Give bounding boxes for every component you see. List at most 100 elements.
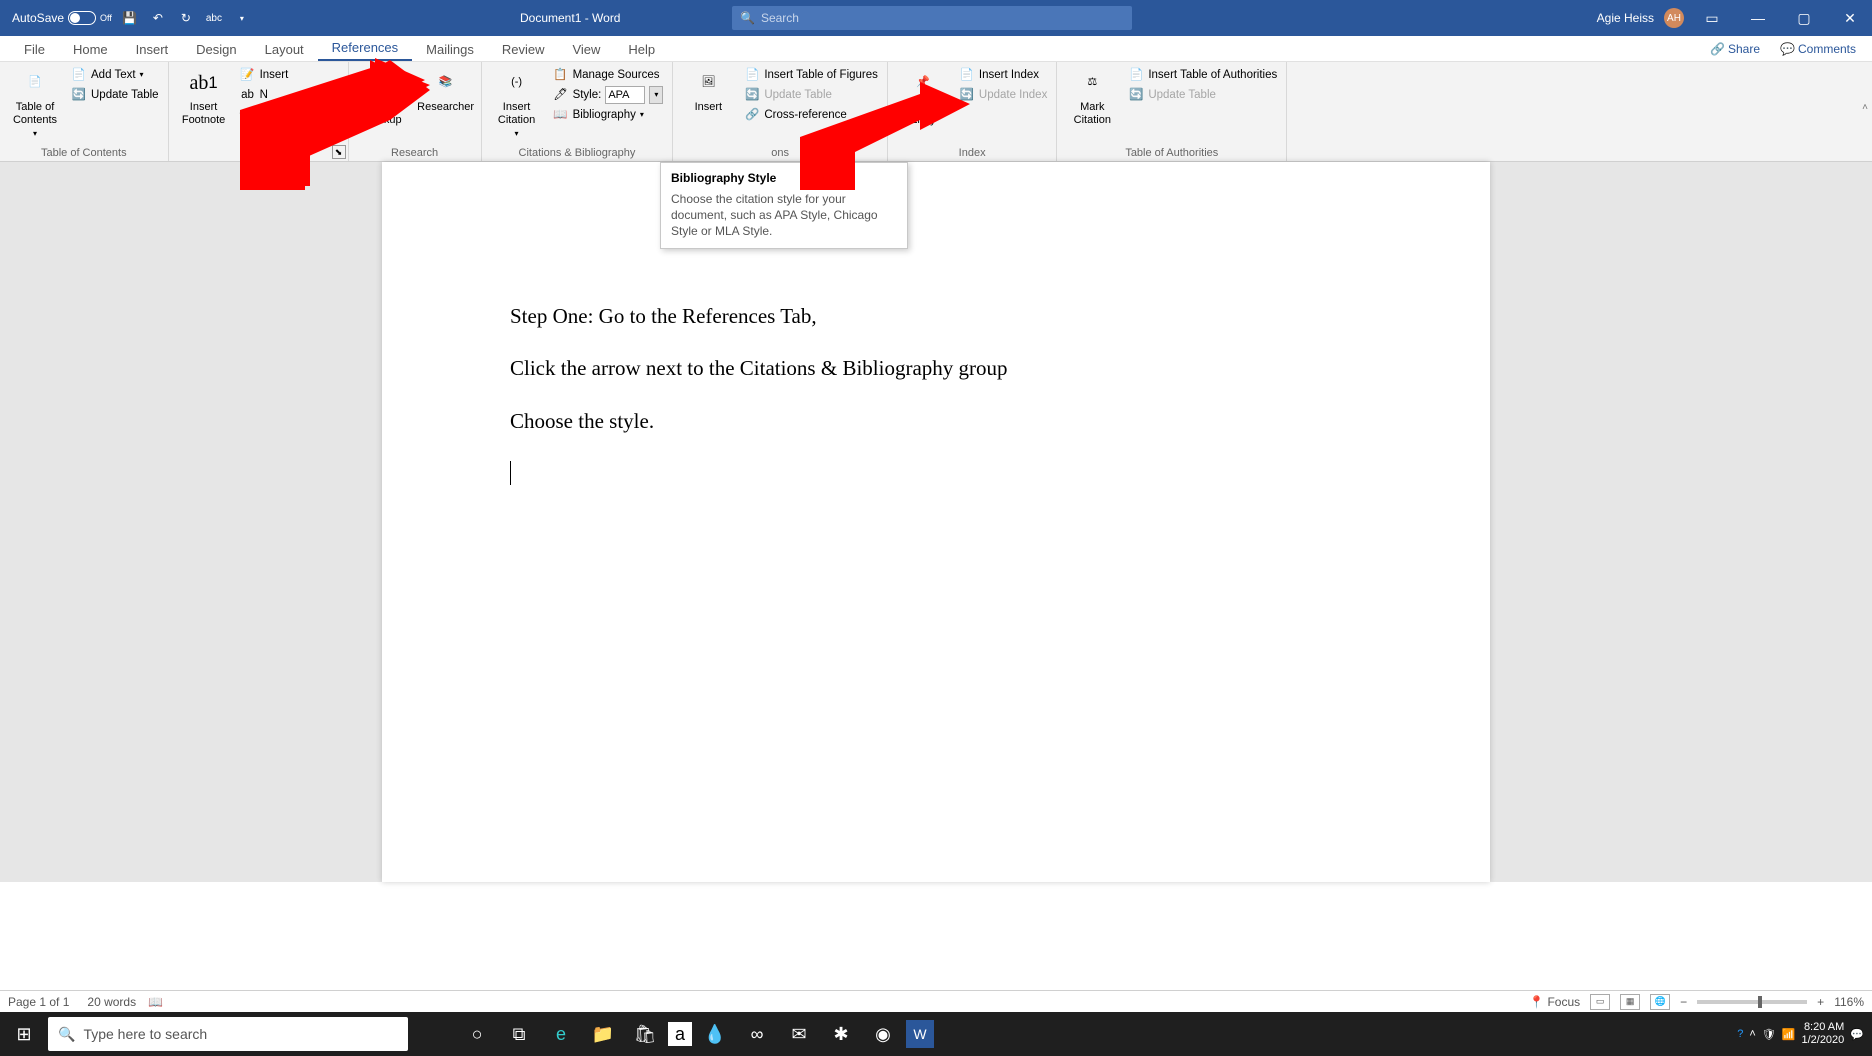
tray-clock[interactable]: 8:20 AM 1/2/2020 — [1801, 1021, 1844, 1047]
style-icon: 🖊 — [553, 87, 569, 103]
web-layout-icon[interactable]: 🌐 — [1650, 994, 1670, 1010]
zoom-in-icon[interactable]: + — [1817, 995, 1824, 1009]
add-text-button[interactable]: 📄Add Text▾ — [68, 65, 162, 85]
mark-citation-icon: ⚖ — [1076, 67, 1108, 99]
notifications-tray-icon[interactable]: 💬 — [1850, 1028, 1864, 1041]
page-info[interactable]: Page 1 of 1 — [8, 995, 69, 1009]
doc-line-1: Step One: Go to the References Tab, — [510, 302, 1362, 330]
close-icon[interactable]: ✕ — [1832, 0, 1868, 36]
amazon-icon[interactable]: a — [668, 1022, 692, 1046]
update-icon: 🔄 — [71, 87, 87, 103]
qat-more-icon[interactable]: ▾ — [232, 8, 252, 28]
insert-footnote-button[interactable]: ab1 Insert Footnote — [175, 65, 233, 129]
red-arrow-annotation-right — [790, 82, 970, 192]
window-title: Document1 - Word — [520, 11, 620, 25]
comments-icon: 💬 — [1780, 42, 1795, 56]
text-cursor — [510, 461, 511, 485]
group-label-toc: Table of Contents — [6, 145, 162, 161]
chevron-down-icon: ▾ — [33, 129, 37, 139]
group-label-toa: Table of Authorities — [1063, 145, 1280, 161]
search-icon: 🔍 — [58, 1026, 75, 1043]
tab-view[interactable]: View — [558, 38, 614, 61]
store-icon[interactable]: 🛍 — [626, 1012, 664, 1056]
title-bar: AutoSave Off 💾 ↶ ↻ abc ▾ Document1 - Wor… — [0, 0, 1872, 36]
bibliography-button[interactable]: 📖Bibliography ▾ — [550, 105, 667, 125]
print-layout-icon[interactable]: ▦ — [1620, 994, 1640, 1010]
focus-mode[interactable]: 📍 Focus — [1529, 995, 1580, 1009]
tooltip-body: Choose the citation style for your docum… — [671, 191, 897, 240]
word-count[interactable]: 20 words — [87, 995, 136, 1009]
comments-button[interactable]: 💬Comments — [1774, 40, 1862, 58]
search-box[interactable]: 🔍 — [732, 6, 1132, 30]
file-explorer-icon[interactable]: 📁 — [584, 1012, 622, 1056]
tab-insert[interactable]: Insert — [122, 38, 183, 61]
task-view-icon[interactable]: ⧉ — [500, 1012, 538, 1056]
app-icon[interactable]: ∞ — [738, 1012, 776, 1056]
taskbar-search[interactable]: 🔍 Type here to search — [48, 1017, 408, 1051]
cortana-icon[interactable]: ○ — [458, 1012, 496, 1056]
update-icon: 🔄 — [744, 87, 760, 103]
footnote-icon: ab1 — [188, 67, 220, 99]
citation-icon: (-) — [501, 67, 533, 99]
mail-icon[interactable]: ✉ — [780, 1012, 818, 1056]
insert-index-icon: 📄 — [959, 67, 975, 83]
chrome-icon[interactable]: ◉ — [864, 1012, 902, 1056]
edge-icon[interactable]: e — [542, 1012, 580, 1056]
insert-caption-button[interactable]: 🖼 Insert — [679, 65, 737, 116]
tab-home[interactable]: Home — [59, 38, 122, 61]
zoom-slider[interactable] — [1697, 1000, 1807, 1004]
word-icon[interactable]: W — [906, 1020, 934, 1048]
dropbox-icon[interactable]: 💧 — [696, 1012, 734, 1056]
ribbon-display-icon[interactable]: ▭ — [1694, 0, 1730, 36]
zoom-out-icon[interactable]: − — [1680, 995, 1687, 1009]
citation-style-control[interactable]: 🖊 Style: ▾ — [550, 85, 667, 105]
tray-chevron-icon[interactable]: ˄ — [1749, 1028, 1755, 1040]
table-of-contents-button[interactable]: 📄 Table of Contents ▾ — [6, 65, 64, 141]
mark-citation-button[interactable]: ⚖ Mark Citation — [1063, 65, 1121, 129]
crossref-icon: 🔗 — [744, 107, 760, 123]
user-avatar[interactable]: AH — [1664, 8, 1684, 28]
user-name[interactable]: Agie Heiss — [1597, 11, 1654, 25]
bibliography-icon: 📖 — [553, 107, 569, 123]
minimize-icon[interactable]: — — [1740, 0, 1776, 36]
tab-file[interactable]: File — [10, 38, 59, 61]
toc-icon: 📄 — [19, 67, 51, 99]
style-dropdown-icon[interactable]: ▾ — [649, 86, 663, 104]
insert-toa-button[interactable]: 📄Insert Table of Authorities — [1125, 65, 1280, 85]
proofing-icon[interactable]: 📖 — [148, 995, 163, 1009]
doc-line-3: Choose the style. — [510, 407, 1362, 435]
maximize-icon[interactable]: ▢ — [1786, 0, 1822, 36]
group-label-citations: Citations & Bibliography — [488, 145, 667, 161]
tab-help[interactable]: Help — [614, 38, 669, 61]
share-icon: 🔗 — [1710, 42, 1725, 56]
toggle-off-icon[interactable] — [68, 11, 96, 25]
caption-icon: 🖼 — [692, 67, 724, 99]
start-button[interactable]: ⊞ — [0, 1012, 48, 1056]
undo-icon[interactable]: ↶ — [148, 8, 168, 28]
spelling-icon[interactable]: abc — [204, 8, 224, 28]
zoom-level[interactable]: 116% — [1834, 995, 1864, 1009]
taskbar-search-placeholder: Type here to search — [83, 1026, 207, 1042]
save-icon[interactable]: 💾 — [120, 8, 140, 28]
researcher-icon: 📚 — [430, 67, 462, 99]
document-page[interactable]: Step One: Go to the References Tab, Clic… — [382, 162, 1490, 882]
search-input[interactable] — [761, 11, 1124, 25]
slack-icon[interactable]: ✱ — [822, 1012, 860, 1056]
tab-design[interactable]: Design — [182, 38, 250, 61]
insert-index-button[interactable]: 📄Insert Index — [956, 65, 1050, 85]
tof-icon: 📄 — [744, 67, 760, 83]
help-tray-icon[interactable]: ? — [1737, 1028, 1743, 1040]
update-toc-button[interactable]: 🔄Update Table — [68, 85, 162, 105]
autosave-label: AutoSave — [12, 11, 64, 25]
share-button[interactable]: 🔗Share — [1704, 40, 1766, 58]
wifi-tray-icon[interactable]: 📶 — [1782, 1028, 1796, 1041]
autosave-toggle[interactable]: AutoSave Off — [12, 11, 112, 25]
redo-icon[interactable]: ↻ — [176, 8, 196, 28]
insert-citation-button[interactable]: (-) Insert Citation ▾ — [488, 65, 546, 141]
style-input[interactable] — [605, 86, 645, 104]
tab-review[interactable]: Review — [488, 38, 559, 61]
collapse-ribbon-icon[interactable]: ˄ — [1862, 102, 1868, 113]
read-mode-icon[interactable]: ▭ — [1590, 994, 1610, 1010]
security-tray-icon[interactable]: 🛡 — [1762, 1028, 1776, 1041]
manage-sources-button[interactable]: 📋Manage Sources — [550, 65, 667, 85]
